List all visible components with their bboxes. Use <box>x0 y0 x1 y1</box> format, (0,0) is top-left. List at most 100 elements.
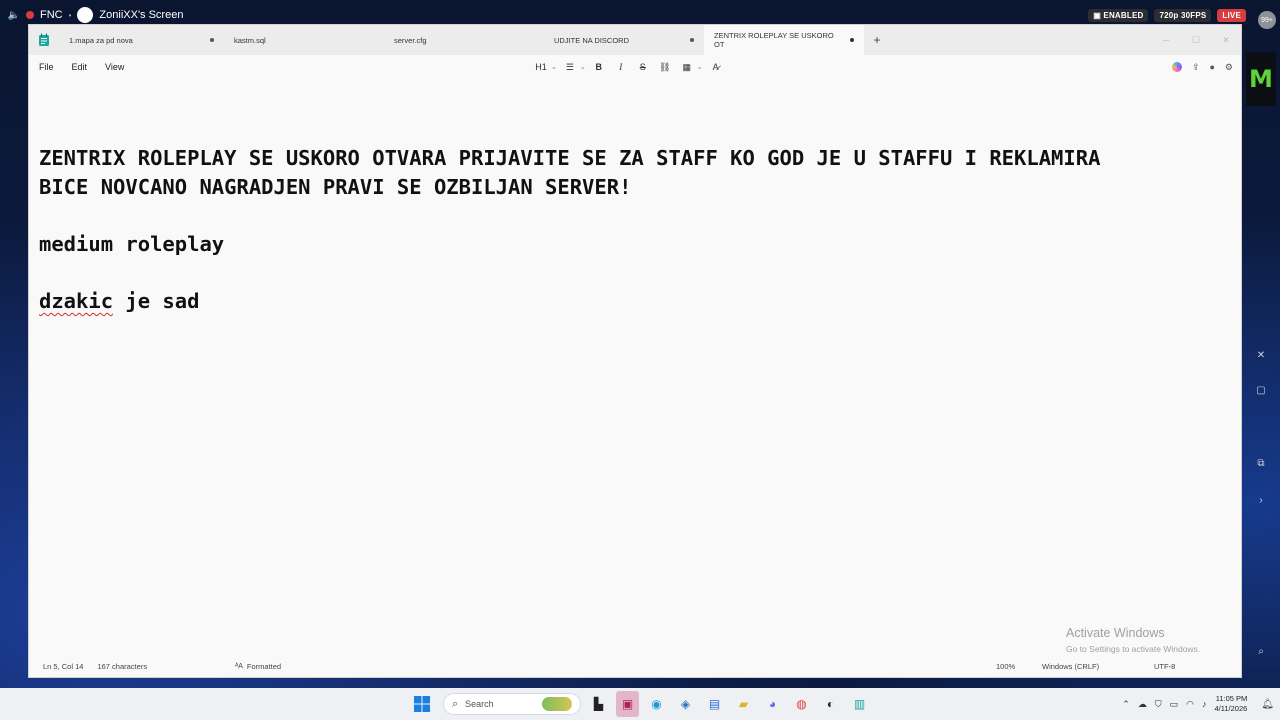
chrome-icon[interactable]: ◍ <box>790 691 813 717</box>
menu-edit[interactable]: Edit <box>72 62 88 72</box>
tab-label: 1.mapa za pd nova <box>69 35 133 45</box>
start-button[interactable] <box>410 691 433 717</box>
close-icon[interactable]: ✕ <box>1242 350 1280 361</box>
notification-bell-icon[interactable]: 🔔︎ <box>1261 699 1274 710</box>
cloud-icon[interactable]: ☁ <box>1138 699 1147 710</box>
task-view-icon[interactable]: ▙ <box>587 691 610 717</box>
tab-discord[interactable]: UDJITE NA DISCORD <box>544 25 704 55</box>
format-toolbar: H1 ⌄ ☰ ⌄ B I S ⛓ ▦ ⌄ A̷ <box>532 55 725 79</box>
live-badge: LIVE <box>1217 8 1246 22</box>
clock-time: 11:05 PM <box>1215 694 1248 703</box>
add-tab-button[interactable]: + <box>864 25 890 55</box>
formatted-indicator[interactable]: ᴬA Formatted <box>235 662 281 671</box>
popout-icon[interactable]: ⧉ <box>1242 458 1280 469</box>
square-icon[interactable]: ▢ <box>1242 385 1280 396</box>
unsaved-dot-icon <box>850 38 854 42</box>
screen-title: ZoniiXX's Screen <box>99 9 184 21</box>
editor-text-area[interactable]: ZENTRIX ROLEPLAY SE USKORO OTVARA PRIJAV… <box>29 79 1241 655</box>
text-line: dzakic je sad <box>39 287 1231 316</box>
empty-line <box>39 201 1231 230</box>
text-line: ZENTRIX ROLEPLAY SE USKORO OTVARA PRIJAV… <box>39 146 1101 171</box>
strikethrough-button[interactable]: S <box>634 58 652 76</box>
stream-side-controls: ✕ ▢ ⧉ › ⌕ <box>1242 30 1280 680</box>
quality-badge: 720p 30FPS <box>1154 8 1212 22</box>
list-icon[interactable]: ☰ <box>561 58 579 76</box>
wifi-icon[interactable]: ◠ <box>1186 699 1194 710</box>
vscode-icon[interactable]: ◈ <box>674 691 697 717</box>
volume-icon[interactable]: ♪ <box>1202 699 1207 709</box>
status-bar: Ln 5, Col 14 167 characters ᴬA Formatted … <box>29 655 1241 677</box>
gear-icon[interactable]: ⚙ <box>1225 62 1233 73</box>
account-icon[interactable]: ● <box>1209 62 1214 72</box>
search-placeholder: Search <box>465 699 494 709</box>
clear-format-icon[interactable]: A̷ <box>707 58 725 76</box>
link-icon[interactable]: ⛓ <box>656 58 674 76</box>
heading-dropdown[interactable]: H1 <box>532 58 550 76</box>
unsaved-dot-icon <box>210 38 214 42</box>
line-endings[interactable]: Windows (CRLF) <box>1042 662 1099 671</box>
enabled-badge: ▣ ENABLED <box>1088 8 1149 22</box>
close-button[interactable]: ✕ <box>1211 25 1241 55</box>
notepad-app-icon <box>29 33 59 47</box>
chevron-down-icon: ⌄ <box>696 64 703 71</box>
notepad-taskbar-icon[interactable]: ▥ <box>848 691 871 717</box>
tab-label: ZENTRIX ROLEPLAY SE USKORO OT <box>714 31 834 49</box>
tab-mapa[interactable]: 1.mapa za pd nova <box>59 25 224 55</box>
italic-button[interactable]: I <box>612 58 630 76</box>
formatted-label: Formatted <box>246 661 282 671</box>
empty-line <box>39 259 1231 288</box>
copilot-icon[interactable] <box>1171 62 1182 72</box>
encoding[interactable]: UTF-8 <box>1154 662 1175 671</box>
misspelled-word[interactable]: dzakic <box>39 289 113 313</box>
watermark-title: Activate Windows <box>1066 626 1165 640</box>
tab-server-cfg[interactable]: server.cfg <box>384 25 544 55</box>
right-toolbar: ⇪ ● ⚙ <box>1171 55 1233 79</box>
taskbar: ⌕ Search ▙ ▣ ◉ ◈ ▤ ▰ ◕ ◍ ◐ ▥ ⌃ ☁ ⛉ ▭ ◠ ♪… <box>0 688 1280 720</box>
maximize-button[interactable]: ☐ <box>1181 25 1211 55</box>
format-icon: ᴬA <box>235 662 243 670</box>
search-highlight-icon <box>542 697 572 711</box>
activate-windows-watermark: Activate Windows Go to Settings to activ… <box>1066 626 1200 654</box>
enabled-label: ENABLED <box>1103 10 1144 20</box>
bold-button[interactable]: B <box>590 58 608 76</box>
zoom-level[interactable]: 100% <box>996 662 1015 671</box>
search-icon: ⌕ <box>452 697 459 710</box>
chevron-right-icon[interactable]: › <box>1242 495 1280 506</box>
notepad-window: 1.mapa za pd nova kastm.sql server.cfg U… <box>28 24 1242 678</box>
tab-kastm[interactable]: kastm.sql <box>224 25 384 55</box>
chevron-up-icon[interactable]: ⌃ <box>1122 699 1130 710</box>
chevron-down-icon: ⌄ <box>579 64 586 71</box>
menu-file[interactable]: File <box>39 62 54 72</box>
user-avatar <box>77 7 94 23</box>
tab-zentrix[interactable]: ZENTRIX ROLEPLAY SE USKORO OT <box>704 25 864 55</box>
speaker-icon[interactable]: 🔈 <box>8 9 20 21</box>
share-icon[interactable]: ⇪ <box>1192 62 1200 73</box>
taskbar-apps: ⌕ Search ▙ ▣ ◉ ◈ ▤ ▰ ◕ ◍ ◐ ▥ <box>410 688 871 720</box>
edge-icon[interactable]: ◉ <box>645 691 668 717</box>
folder-icon[interactable]: ▰ <box>732 691 755 717</box>
monitor-icon[interactable]: ▭ <box>1170 699 1179 710</box>
menu-view[interactable]: View <box>105 62 124 72</box>
minimize-button[interactable]: ─ <box>1151 25 1181 55</box>
store-icon[interactable]: ▤ <box>703 691 726 717</box>
tab-bar: 1.mapa za pd nova kastm.sql server.cfg U… <box>29 25 1241 55</box>
character-count: 167 characters <box>97 661 148 671</box>
shield-icon[interactable]: ⛉ <box>1155 699 1162 710</box>
window-controls: ─ ☐ ✕ <box>1151 25 1241 55</box>
github-icon[interactable]: ◐ <box>819 691 842 717</box>
game-app-icon[interactable]: ▣ <box>616 691 639 717</box>
discord-icon[interactable]: ◕ <box>761 691 784 717</box>
separator-dot-icon: • <box>68 10 72 20</box>
clock-date: 4/11/2026 <box>1214 704 1248 713</box>
text-fragment: je sad <box>113 289 200 314</box>
text-line: medium roleplay <box>39 231 225 256</box>
tab-label: kastm.sql <box>234 35 266 45</box>
zoom-icon[interactable]: ⌕ <box>1242 646 1280 657</box>
channel-name: FNC <box>40 9 63 21</box>
taskbar-search[interactable]: ⌕ Search <box>443 693 581 715</box>
system-tray: ⌃ ☁ ⛉ ▭ ◠ ♪ 11:05 PM 4/11/2026 🔔︎ <box>1122 688 1274 720</box>
clock[interactable]: 11:05 PM 4/11/2026 <box>1214 694 1247 714</box>
tab-label: UDJITE NA DISCORD <box>554 35 630 45</box>
tab-label: server.cfg <box>394 35 427 45</box>
table-icon[interactable]: ▦ <box>678 58 696 76</box>
